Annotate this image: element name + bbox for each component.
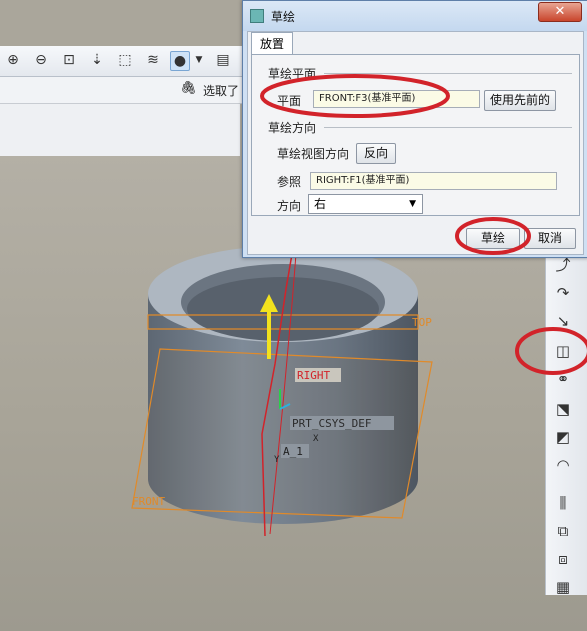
group-divider <box>324 127 572 128</box>
zoom-in-icon[interactable]: ⊕ <box>4 51 22 69</box>
orientation-group-title: 草绘方向 <box>268 121 317 135</box>
extrude-icon[interactable]: ⬔ <box>552 399 574 419</box>
close-button[interactable]: ✕ <box>538 2 582 22</box>
reference-field[interactable]: RIGHT:F1(基准平面) <box>310 172 557 190</box>
flip-button[interactable]: 反向 <box>356 143 396 164</box>
x-axis-label: X <box>313 434 319 444</box>
dialog-body: 放置 草绘平面 平面 FRONT:F3(基准平面) 使用先前的 草绘方向 草绘视… <box>247 31 584 255</box>
sweep-icon[interactable]: ◠ <box>552 455 574 475</box>
top-label: TOP <box>412 316 432 329</box>
direction-label: 方向 <box>277 199 302 213</box>
front-label: FRONT <box>132 495 165 508</box>
front-datum-plane <box>131 348 433 519</box>
orient-icon[interactable]: ⇣ <box>88 51 106 69</box>
merge-icon[interactable]: ⧉ <box>552 521 574 541</box>
plane-label: 平面 <box>277 94 302 108</box>
saved-views-icon[interactable]: ⬚ <box>116 51 134 69</box>
group-divider <box>324 73 572 74</box>
direction-select-value: 右 <box>314 197 327 211</box>
sketch-dialog: 草绘 ✕ 放置 草绘平面 平面 FRONT:F3(基准平面) 使用先前的 草绘方… <box>242 0 587 258</box>
model-tree-panel <box>0 104 240 156</box>
sketch-tool-icon[interactable]: ◫ <box>552 341 574 361</box>
spin-center-icon[interactable]: ● <box>170 51 190 71</box>
close-icon: ✕ <box>554 4 566 19</box>
layers-icon[interactable]: ≋ <box>144 51 162 69</box>
dialog-title: 草绘 <box>271 10 296 24</box>
dialog-app-icon <box>250 9 264 23</box>
cancel-button[interactable]: 取消 <box>524 228 576 249</box>
dialog-title-bar[interactable]: 草绘 ✕ <box>243 1 587 31</box>
selection-status-text: 选取了 <box>203 84 240 98</box>
use-previous-button[interactable]: 使用先前的 <box>484 90 556 111</box>
y-axis-label: Y <box>274 455 280 465</box>
save-view-icon[interactable]: ▤ <box>214 51 232 69</box>
plane-field[interactable]: FRONT:F3(基准平面) <box>313 90 480 108</box>
tab-placement[interactable]: 放置 <box>251 32 293 55</box>
view-direction-label: 草绘视图方向 <box>277 147 350 161</box>
mirror-icon[interactable]: ⫼ <box>552 493 574 513</box>
right-label: RIGHT <box>297 369 330 382</box>
csys-label: PRT_CSYS_DEF <box>292 417 371 430</box>
zoom-out-icon[interactable]: ⊖ <box>32 51 50 69</box>
dropdown-icon[interactable]: ▼ <box>194 51 204 69</box>
datum-axis-icon[interactable]: ⤴ <box>552 255 574 275</box>
datum-point-icon[interactable]: ↘ <box>552 311 574 331</box>
sketch-button[interactable]: 草绘 <box>466 228 520 249</box>
placement-pane: 草绘平面 平面 FRONT:F3(基准平面) 使用先前的 草绘方向 草绘视图方向… <box>251 54 580 216</box>
reference-label: 参照 <box>277 175 302 189</box>
datum-curve-icon[interactable]: ↷ <box>552 283 574 303</box>
revolve-icon[interactable]: ◩ <box>552 427 574 447</box>
trim-icon[interactable]: ⧈ <box>552 549 574 569</box>
direction-select[interactable]: 右 ▼ <box>308 194 423 214</box>
sketch-plane-group-title: 草绘平面 <box>268 67 317 81</box>
axis-label: A_1 <box>283 445 303 458</box>
filter-icon[interactable]: 🖇 <box>180 81 197 96</box>
refit-icon[interactable]: ⊡ <box>60 51 78 69</box>
feature-toolbar: ⤴ ↷ ↘ ◫ ⚭ ⬔ ◩ ◠ ⫼ ⧉ ⧈ ▦ <box>545 235 587 597</box>
pattern-icon[interactable]: ▦ <box>552 577 574 597</box>
chevron-down-icon: ▼ <box>409 199 416 209</box>
csys-tool-icon[interactable]: ⚭ <box>552 369 574 389</box>
